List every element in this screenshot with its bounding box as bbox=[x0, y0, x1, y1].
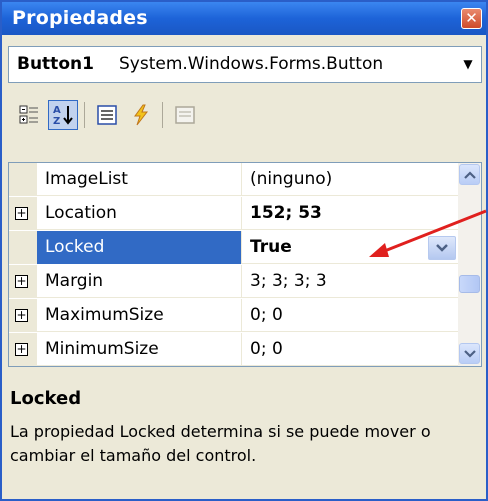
close-icon: ✕ bbox=[465, 9, 478, 27]
scroll-down-button[interactable] bbox=[459, 343, 480, 364]
window-title: Propiedades bbox=[12, 7, 148, 29]
property-row-imagelist[interactable]: ImageList (ninguno) bbox=[9, 163, 458, 196]
title-bar[interactable]: Propiedades ✕ bbox=[2, 2, 486, 35]
property-value[interactable]: 0; 0 bbox=[241, 333, 458, 366]
toolbar-separator bbox=[162, 102, 163, 128]
row-gutter: + bbox=[9, 333, 37, 366]
expand-icon[interactable]: + bbox=[15, 207, 28, 220]
chevron-down-icon bbox=[463, 349, 476, 358]
row-gutter bbox=[9, 163, 37, 196]
expand-icon[interactable]: + bbox=[15, 309, 28, 322]
selected-object-type: System.Windows.Forms.Button bbox=[119, 54, 384, 74]
chevron-down-icon[interactable]: ▼ bbox=[455, 47, 481, 82]
scroll-thumb[interactable] bbox=[459, 275, 480, 293]
events-button[interactable] bbox=[126, 100, 156, 130]
categorized-button[interactable] bbox=[14, 100, 44, 130]
property-name: MinimumSize bbox=[45, 339, 159, 359]
svg-text:A: A bbox=[53, 105, 61, 116]
property-row-maximumsize[interactable]: + MaximumSize 0; 0 bbox=[9, 299, 458, 332]
row-gutter: + bbox=[9, 197, 37, 230]
description-text: La propiedad Locked determina si se pued… bbox=[10, 422, 431, 465]
categorized-icon bbox=[19, 105, 38, 124]
expand-icon[interactable]: + bbox=[15, 275, 28, 288]
property-value[interactable]: 152; 53 bbox=[241, 197, 458, 230]
property-name: ImageList bbox=[45, 169, 128, 189]
property-value[interactable]: 3; 3; 3; 3 bbox=[241, 265, 458, 298]
property-value[interactable]: 0; 0 bbox=[241, 299, 458, 332]
property-row-margin[interactable]: + Margin 3; 3; 3; 3 bbox=[9, 265, 458, 298]
toolbar: A Z bbox=[8, 92, 482, 136]
properties-icon bbox=[97, 105, 117, 125]
vertical-scrollbar[interactable] bbox=[458, 163, 481, 366]
properties-window: Propiedades ✕ Button1 System.Windows.For… bbox=[0, 0, 488, 501]
property-name: MaximumSize bbox=[45, 305, 164, 325]
row-gutter: + bbox=[9, 265, 37, 298]
selected-object-name: Button1 bbox=[17, 54, 94, 74]
property-grid: ImageList (ninguno) + Location 152; 53 L… bbox=[8, 162, 482, 367]
svg-text:Z: Z bbox=[53, 116, 60, 127]
expand-icon[interactable]: + bbox=[15, 343, 28, 356]
property-value[interactable]: (ninguno) bbox=[241, 163, 458, 196]
row-gutter: + bbox=[9, 299, 37, 332]
scroll-up-button[interactable] bbox=[459, 164, 480, 185]
properties-button[interactable] bbox=[92, 100, 122, 130]
property-value-editor[interactable]: True bbox=[241, 231, 458, 264]
value-dropdown-button[interactable] bbox=[428, 236, 456, 260]
property-row-minimumsize[interactable]: + MinimumSize 0; 0 bbox=[9, 333, 458, 366]
description-panel: Locked La propiedad Locked determina si … bbox=[8, 384, 482, 494]
chevron-up-icon bbox=[463, 170, 476, 179]
chevron-down-icon bbox=[436, 244, 448, 252]
alphabetical-icon: A Z bbox=[53, 105, 73, 127]
property-value: True bbox=[250, 237, 292, 257]
property-name: Locked bbox=[37, 231, 241, 264]
lightning-icon bbox=[134, 104, 149, 126]
property-row-location[interactable]: + Location 152; 53 bbox=[9, 197, 458, 230]
description-title: Locked bbox=[10, 388, 82, 409]
property-name: Location bbox=[45, 203, 117, 223]
toolbar-separator bbox=[84, 102, 85, 128]
row-gutter bbox=[9, 231, 37, 264]
property-name: Margin bbox=[45, 271, 104, 291]
property-pages-icon bbox=[175, 106, 195, 124]
property-row-locked[interactable]: Locked True bbox=[9, 231, 458, 264]
alphabetical-button[interactable]: A Z bbox=[48, 100, 78, 130]
close-button[interactable]: ✕ bbox=[461, 8, 482, 29]
object-selector[interactable]: Button1 System.Windows.Forms.Button ▼ bbox=[8, 46, 482, 83]
property-pages-button bbox=[170, 100, 200, 130]
